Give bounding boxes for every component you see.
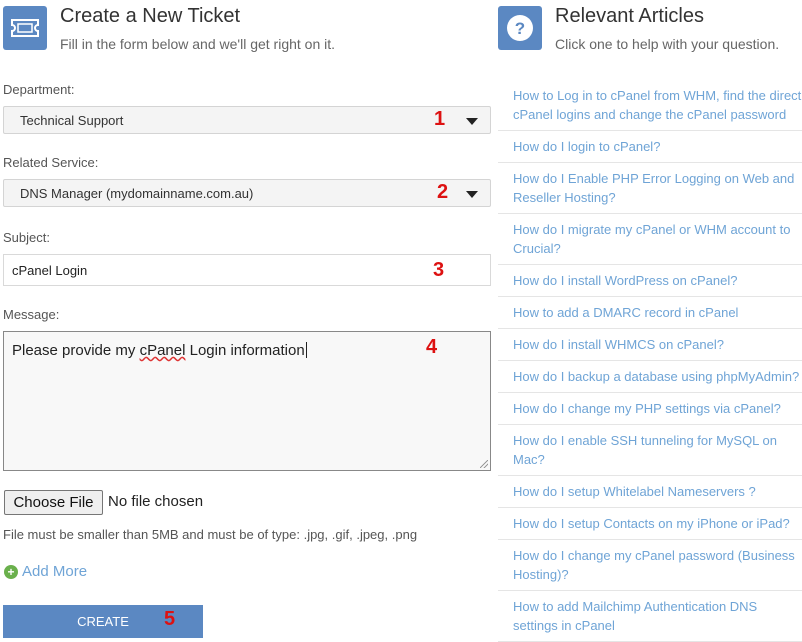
article-link[interactable]: How do I enable SSH tunneling for MySQL … bbox=[498, 425, 802, 476]
article-link[interactable]: How do I setup Whitelabel Nameservers ? bbox=[498, 476, 802, 508]
page-subtitle: Fill in the form below and we'll get rig… bbox=[60, 36, 336, 52]
ticket-icon bbox=[3, 6, 47, 50]
message-text: Please provide my cPanel Login informati… bbox=[12, 342, 307, 359]
article-list: How to Log in to cPanel from WHM, find t… bbox=[498, 80, 802, 642]
service-label: Related Service: bbox=[3, 155, 99, 170]
subject-input[interactable]: cPanel Login bbox=[3, 254, 491, 286]
add-more-label: Add More bbox=[22, 563, 88, 580]
article-link[interactable]: How do I install WordPress on cPanel? bbox=[498, 265, 802, 297]
articles-subtitle: Click one to help with your question. bbox=[555, 36, 780, 52]
file-status: No file chosen bbox=[108, 493, 204, 510]
article-link[interactable]: How to Log in to cPanel from WHM, find t… bbox=[498, 80, 802, 131]
add-more-link[interactable]: + Add More bbox=[4, 563, 87, 580]
department-select[interactable]: Technical Support bbox=[3, 106, 491, 134]
annotation-5: 5 bbox=[164, 608, 176, 630]
department-label: Department: bbox=[3, 82, 75, 97]
article-link[interactable]: How do I setup Contacts on my iPhone or … bbox=[498, 508, 802, 540]
annotation-1: 1 bbox=[434, 108, 446, 130]
article-link[interactable]: How do I install WHMCS on cPanel? bbox=[498, 329, 802, 361]
message-label: Message: bbox=[3, 307, 60, 322]
subject-label: Subject: bbox=[3, 230, 50, 245]
resize-handle-icon[interactable] bbox=[480, 460, 488, 468]
article-link[interactable]: How do I change my PHP settings via cPan… bbox=[498, 393, 802, 425]
page-title: Create a New Ticket bbox=[60, 5, 241, 27]
file-help-text: File must be smaller than 5MB and must b… bbox=[3, 527, 418, 542]
service-select[interactable]: DNS Manager (mydomainname.com.au) bbox=[3, 179, 491, 207]
article-link[interactable]: How do I change my cPanel password (Busi… bbox=[498, 540, 802, 591]
article-link[interactable]: How do I Enable PHP Error Logging on Web… bbox=[498, 163, 802, 214]
subject-value: cPanel Login bbox=[12, 263, 88, 278]
message-textarea[interactable]: Please provide my cPanel Login informati… bbox=[3, 331, 491, 471]
svg-text:?: ? bbox=[515, 19, 525, 38]
question-icon: ? bbox=[498, 6, 542, 50]
chevron-down-icon bbox=[466, 118, 478, 125]
article-link[interactable]: How do I backup a database using phpMyAd… bbox=[498, 361, 802, 393]
annotation-2: 2 bbox=[437, 181, 449, 203]
plus-icon: + bbox=[4, 564, 18, 579]
choose-file-button[interactable]: Choose File bbox=[4, 490, 103, 515]
article-link[interactable]: How to add a DMARC record in cPanel bbox=[498, 297, 802, 329]
annotation-3: 3 bbox=[433, 259, 445, 281]
department-value: Technical Support bbox=[20, 113, 124, 128]
article-link[interactable]: How do I login to cPanel? bbox=[498, 131, 802, 163]
articles-title: Relevant Articles bbox=[555, 5, 704, 27]
chevron-down-icon bbox=[466, 191, 478, 198]
service-value: DNS Manager (mydomainname.com.au) bbox=[20, 186, 254, 201]
article-link[interactable]: How to add Mailchimp Authentication DNS … bbox=[498, 591, 802, 642]
annotation-4: 4 bbox=[426, 336, 438, 358]
article-link[interactable]: How do I migrate my cPanel or WHM accoun… bbox=[498, 214, 802, 265]
